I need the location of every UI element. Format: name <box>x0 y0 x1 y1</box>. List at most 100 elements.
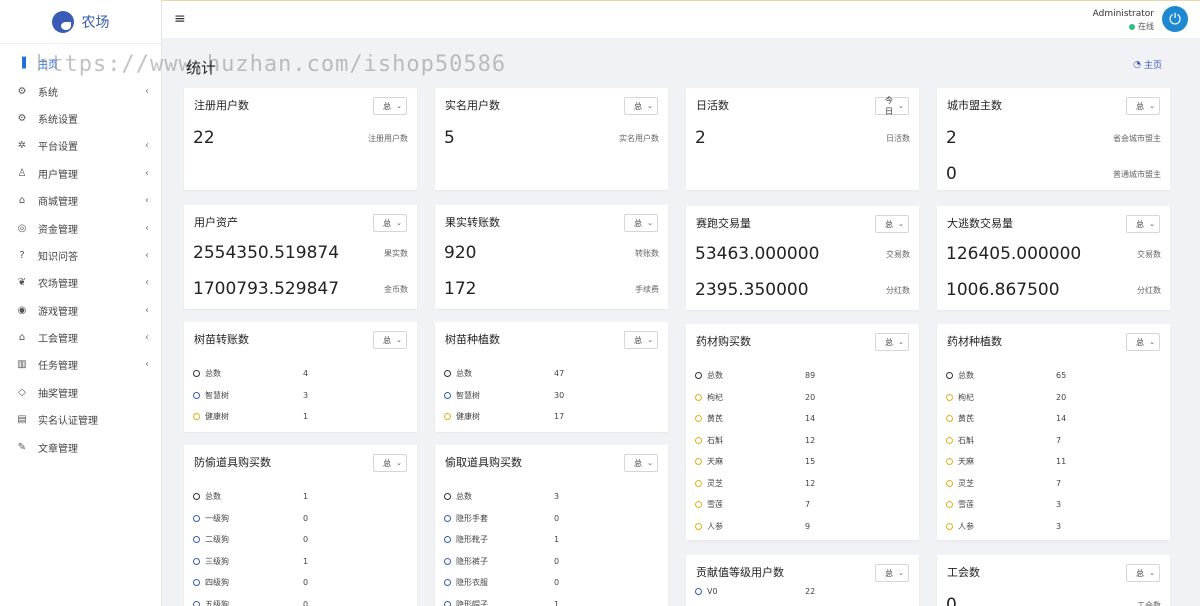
gear-icon: ⚙ <box>17 85 27 97</box>
period-select[interactable]: 总 ⌄ <box>875 215 909 233</box>
sidebar-item-5[interactable]: ⌂ 商城管理 ‹ <box>0 187 161 214</box>
sidebar-item-9[interactable]: ◉ 游戏管理 ‹ <box>0 297 161 324</box>
stat-value: 0 <box>946 595 957 606</box>
list-item-count: 89 <box>805 371 816 380</box>
sidebar-item-8[interactable]: ❦ 农场管理 ‹ <box>0 269 161 296</box>
period-select-value: 总 <box>634 101 642 111</box>
period-select-value: 总 <box>383 335 391 345</box>
period-select[interactable]: 总 ⌄ <box>373 97 407 115</box>
period-select[interactable]: 总 ⌄ <box>1126 97 1160 115</box>
chevron-down-icon: ⌄ <box>396 102 402 110</box>
circle-bullet-icon <box>193 536 200 543</box>
chevron-left-icon[interactable]: ‹ <box>145 140 149 151</box>
period-select[interactable]: 总 ⌄ <box>875 564 909 582</box>
user-icon: ♙ <box>17 167 27 179</box>
stat-row: 0 普通城市盟主 <box>946 164 1161 184</box>
sidebar-item-3[interactable]: ✲ 平台设置 ‹ <box>0 132 161 159</box>
period-select[interactable]: 总 ⌄ <box>1126 215 1160 233</box>
period-select-value: 总 <box>634 335 642 345</box>
circle-bullet-icon <box>193 413 200 420</box>
stat-label: 注册用户数 <box>368 133 408 143</box>
sidebar-item-6[interactable]: ◎ 资金管理 ‹ <box>0 214 161 241</box>
period-select[interactable]: 总 ⌄ <box>624 331 658 349</box>
sidebar-item-label: 用户管理 <box>38 169 78 181</box>
cog-icon: ✲ <box>17 140 27 152</box>
sidebar-item-11[interactable]: ▥ 任务管理 ‹ <box>0 351 161 378</box>
sidebar-item-label: 系统设置 <box>38 114 78 126</box>
list-item: 三级狗 1 <box>193 556 323 567</box>
brand[interactable]: 农场 <box>0 0 161 44</box>
card-title: 果实转账数 <box>445 216 500 229</box>
card-title: 树苗种植数 <box>445 333 500 346</box>
power-button[interactable]: ⏻ <box>1162 6 1188 32</box>
home-icon: ⌂ <box>18 332 26 344</box>
chevron-down-icon: ⌄ <box>1149 220 1155 228</box>
sidebar-item-13[interactable]: ▤ 实名认证管理 <box>0 406 161 433</box>
stat-value: 1700793.529847 <box>193 279 340 299</box>
card-registered-users: 注册用户数 总 ⌄ 22 注册用户数 <box>184 88 417 190</box>
list-item-count: 1 <box>303 412 309 421</box>
list-item: 人参 3 <box>946 521 1076 532</box>
sidebar-item-12[interactable]: ◇ 抽奖管理 <box>0 379 161 406</box>
period-select[interactable]: 总 ⌄ <box>624 97 658 115</box>
stat-value: 2 <box>946 128 957 148</box>
chevron-left-icon[interactable]: ‹ <box>145 359 149 370</box>
chevron-left-icon[interactable]: ‹ <box>145 305 149 316</box>
list-item-name: 总数 <box>707 371 723 380</box>
hamburger-menu-icon[interactable]: ≡ <box>174 11 186 27</box>
chevron-left-icon[interactable]: ‹ <box>145 195 149 206</box>
card-title: 偷取道具购买数 <box>445 456 522 469</box>
period-select[interactable]: 总 ⌄ <box>624 214 658 232</box>
period-select[interactable]: 总 ⌄ <box>373 454 407 472</box>
chevron-down-icon: ⌄ <box>396 459 402 467</box>
chevron-down-icon: ⌄ <box>647 219 653 227</box>
user-info[interactable]: Administrator 在线 <box>1093 9 1154 32</box>
period-select[interactable]: 总 ⌄ <box>624 454 658 472</box>
chevron-left-icon[interactable]: ‹ <box>145 250 149 261</box>
list-item-name: 石斛 <box>707 435 723 445</box>
sidebar-item-7[interactable]: ? 知识问答 ‹ <box>0 242 161 269</box>
circle-bullet-icon <box>193 370 200 377</box>
sidebar-item-0[interactable]: ▐ 主页 <box>0 50 161 77</box>
card-title: 树苗转账数 <box>194 333 249 346</box>
sidebar-item-4[interactable]: ♙ 用户管理 ‹ <box>0 160 161 187</box>
chevron-left-icon[interactable]: ‹ <box>145 168 149 179</box>
stat-row: 172 手续费 <box>444 279 659 299</box>
card-title: 药材种植数 <box>947 335 1002 348</box>
chevron-left-icon[interactable]: ‹ <box>145 277 149 288</box>
circle-bullet-icon <box>444 413 451 420</box>
list-item: 黄芪 14 <box>946 413 1076 424</box>
period-select[interactable]: 总 ⌄ <box>875 333 909 351</box>
sidebar-item-1[interactable]: ⚙ 系统 ‹ <box>0 77 161 104</box>
sidebar-item-14[interactable]: ✎ 文章管理 <box>0 433 161 460</box>
sidebar-item-2[interactable]: ⚙ 系统设置 <box>0 105 161 132</box>
period-select[interactable]: 总 ⌄ <box>373 331 407 349</box>
stat-label: 实名用户数 <box>619 133 659 143</box>
circle-bullet-icon <box>444 557 451 565</box>
stat-row: 22 注册用户数 <box>193 128 408 148</box>
list-item-name: 枸杞 <box>707 392 723 402</box>
period-select-value: 总 <box>885 568 893 578</box>
list-item-name: 总数 <box>456 492 472 501</box>
card-title: 实名用户数 <box>445 99 500 112</box>
stat-value: 172 <box>444 279 477 299</box>
circle-bullet-icon <box>946 372 953 379</box>
list-item-name: 总数 <box>205 369 221 378</box>
edit-icon: ✎ <box>17 441 27 453</box>
breadcrumb[interactable]: ◔ 主页 <box>1133 58 1162 72</box>
chevron-left-icon[interactable]: ‹ <box>145 86 149 97</box>
chevron-left-icon[interactable]: ‹ <box>145 332 149 343</box>
circle-bullet-icon <box>193 493 200 500</box>
stat-row: 920 转账数 <box>444 243 659 263</box>
card-daily-active: 日活数 今日 ⌄ 2 日活数 <box>686 88 919 190</box>
period-select[interactable]: 总 ⌄ <box>1126 333 1160 351</box>
circle-bullet-icon <box>695 522 702 530</box>
period-select[interactable]: 总 ⌄ <box>1126 564 1160 582</box>
period-select-value: 总 <box>885 219 893 229</box>
period-select[interactable]: 今日 ⌄ <box>875 96 909 116</box>
list-item-name: 石斛 <box>958 435 974 445</box>
period-select[interactable]: 总 ⌄ <box>373 214 407 232</box>
chevron-left-icon[interactable]: ‹ <box>145 223 149 234</box>
sidebar-item-10[interactable]: ⌂ 工会管理 ‹ <box>0 324 161 351</box>
money-icon: ◎ <box>17 222 27 234</box>
